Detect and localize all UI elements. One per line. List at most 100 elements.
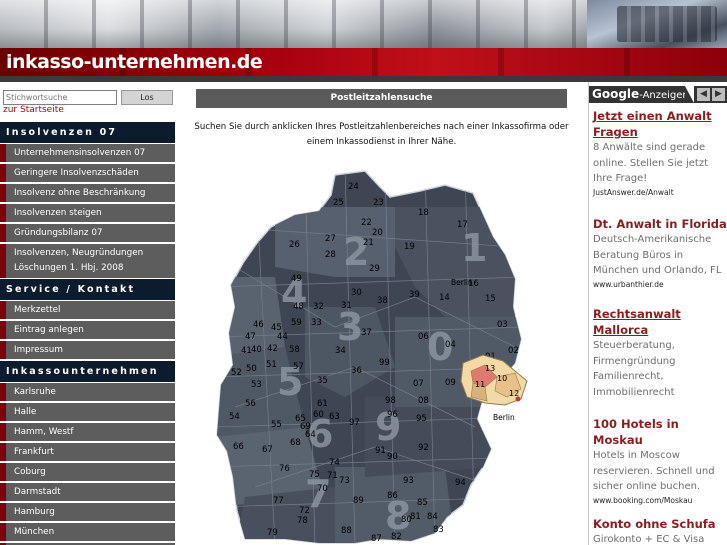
- sidebar-item-geringere-insolvenzschaeden[interactable]: Geringere Insolvenzschäden: [0, 164, 175, 183]
- postcode-region-69[interactable]: 69: [300, 422, 311, 432]
- sidebar-item-impressum[interactable]: Impressum: [0, 341, 175, 360]
- postcode-region-17[interactable]: 17: [457, 220, 468, 230]
- postcode-region-20[interactable]: 20: [372, 228, 383, 238]
- postcode-region-10[interactable]: 10: [497, 374, 507, 383]
- postcode-region-41[interactable]: 41: [241, 346, 252, 356]
- postcode-region-47[interactable]: 47: [245, 332, 256, 342]
- postcode-region-97[interactable]: 97: [349, 418, 360, 428]
- postcode-region-51[interactable]: 51: [266, 360, 277, 370]
- postcode-region-23[interactable]: 23: [373, 198, 384, 208]
- sidebar-item-hamburg[interactable]: Hamburg: [0, 503, 175, 522]
- postcode-region-22[interactable]: 22: [361, 218, 372, 228]
- sidebar-item-insolvenzen-neugruendungen[interactable]: Insolvenzen, Neugründungen Löschungen 1.…: [0, 244, 175, 279]
- postcode-region-73[interactable]: 73: [339, 476, 350, 486]
- ad-url-link[interactable]: JustAnswer.de/Anwalt: [593, 187, 727, 199]
- postcode-region-32[interactable]: 32: [313, 302, 324, 312]
- postcode-region-71[interactable]: 71: [327, 471, 338, 481]
- postcode-region-42[interactable]: 42: [267, 344, 278, 354]
- postcode-region-67[interactable]: 67: [262, 445, 273, 455]
- sidebar-item-coburg[interactable]: Coburg: [0, 463, 175, 482]
- postcode-region-02[interactable]: 02: [508, 346, 519, 356]
- home-link[interactable]: zur Startseite: [3, 105, 64, 115]
- postcode-region-76[interactable]: 76: [279, 464, 290, 474]
- postcode-region-86[interactable]: 86: [387, 491, 398, 501]
- postcode-region-99[interactable]: 99: [379, 358, 390, 368]
- postcode-region-91[interactable]: 91: [375, 446, 386, 456]
- ad-title-link[interactable]: Jetzt einen Anwalt Fragen: [593, 108, 727, 140]
- postcode-region-07[interactable]: 07: [413, 379, 424, 389]
- postcode-region-77[interactable]: 77: [273, 496, 284, 506]
- postcode-region-49[interactable]: 49: [291, 274, 302, 284]
- postcode-region-11[interactable]: 11: [475, 380, 485, 389]
- ad-title-link[interactable]: Dt. Anwalt in Florida: [593, 216, 727, 232]
- postcode-region-84[interactable]: 84: [427, 512, 438, 522]
- postcode-region-08[interactable]: 08: [418, 396, 429, 406]
- postcode-region-24[interactable]: 24: [348, 182, 359, 192]
- sidebar-item-frankfurt[interactable]: Frankfurt: [0, 443, 175, 462]
- postcode-region-21[interactable]: 21: [363, 238, 374, 248]
- postcode-region-93[interactable]: 93: [403, 476, 414, 486]
- postcode-region-38[interactable]: 38: [377, 296, 388, 306]
- postcode-region-50[interactable]: 50: [246, 364, 257, 374]
- postcode-region-52[interactable]: 52: [231, 368, 242, 378]
- postcode-region-56[interactable]: 56: [245, 399, 256, 409]
- postcode-region-12[interactable]: 12: [509, 389, 519, 398]
- postcode-region-90[interactable]: 90: [387, 452, 398, 462]
- postcode-region-29[interactable]: 29: [369, 264, 380, 274]
- site-logo[interactable]: inkasso-unternehmen.de: [6, 48, 263, 76]
- postcode-region-36[interactable]: 36: [351, 366, 362, 376]
- postcode-region-35[interactable]: 35: [317, 376, 328, 386]
- sidebar-item-hamm[interactable]: Hamm, Westf: [0, 423, 175, 442]
- sidebar-item-gruendungsbilanz[interactable]: Gründungsbilanz 07: [0, 224, 175, 243]
- postcode-region-30[interactable]: 30: [351, 288, 362, 298]
- postcode-region-40[interactable]: 40: [251, 345, 262, 355]
- postcode-region-53[interactable]: 53: [251, 380, 262, 390]
- postcode-region-89[interactable]: 89: [353, 496, 364, 506]
- ad-url-link[interactable]: www.booking.com/Moskau: [593, 495, 727, 507]
- postcode-region-03[interactable]: 03: [497, 320, 508, 330]
- postcode-region-92[interactable]: 92: [418, 443, 429, 453]
- sidebar-item-darmstadt[interactable]: Darmstadt: [0, 483, 175, 502]
- ads-prev-arrow-icon[interactable]: ◀: [697, 88, 710, 101]
- sidebar-item-eintrag-anlegen[interactable]: Eintrag anlegen: [0, 321, 175, 340]
- sidebar-item-merkzettel[interactable]: Merkzettel: [0, 301, 175, 320]
- postcode-region-95[interactable]: 95: [416, 414, 427, 424]
- postcode-region-33[interactable]: 33: [311, 318, 322, 328]
- postcode-region-81[interactable]: 81: [410, 512, 421, 522]
- postcode-region-88[interactable]: 88: [341, 526, 352, 536]
- postcode-region-25[interactable]: 25: [333, 198, 344, 208]
- postcode-region-74[interactable]: 74: [329, 458, 340, 468]
- postcode-region-75[interactable]: 75: [309, 470, 320, 480]
- postcode-region-04[interactable]: 04: [445, 340, 456, 350]
- postcode-region-37[interactable]: 37: [361, 328, 372, 338]
- postcode-region-58[interactable]: 58: [289, 345, 300, 355]
- postcode-region-83[interactable]: 83: [433, 525, 444, 535]
- postcode-region-34[interactable]: 34: [335, 346, 346, 356]
- postcode-region-57[interactable]: 57: [293, 362, 304, 372]
- postcode-region-19[interactable]: 19: [404, 242, 415, 252]
- sidebar-item-muenchen[interactable]: München: [0, 523, 175, 542]
- postcode-region-45[interactable]: 45: [271, 323, 282, 333]
- ad-title-link[interactable]: Konto ohne Schufa: [593, 516, 727, 532]
- postcode-region-87[interactable]: 87: [371, 534, 382, 544]
- postcode-region-13[interactable]: 13: [485, 364, 495, 373]
- search-input[interactable]: [3, 90, 117, 105]
- postcode-region-44[interactable]: 44: [277, 332, 288, 342]
- postcode-region-06[interactable]: 06: [418, 332, 429, 342]
- postcode-region-09[interactable]: 09: [445, 378, 456, 388]
- postcode-region-39[interactable]: 39: [409, 290, 420, 300]
- sidebar-item-insolvenz-ohne-beschraenkung[interactable]: Insolvenz ohne Beschränkung: [0, 184, 175, 203]
- postcode-region-60[interactable]: 60: [313, 410, 324, 420]
- postcode-region-27[interactable]: 27: [325, 234, 336, 244]
- ads-next-arrow-icon[interactable]: ▶: [712, 88, 725, 101]
- ad-url-link[interactable]: www.urbanthier.de: [593, 279, 727, 291]
- postcode-region-61[interactable]: 61: [317, 399, 328, 409]
- postcode-region-70[interactable]: 70: [317, 484, 328, 494]
- postcode-region-15[interactable]: 15: [485, 294, 496, 304]
- postcode-region-48[interactable]: 48: [293, 302, 304, 312]
- postcode-region-78[interactable]: 78: [297, 516, 308, 526]
- sidebar-item-halle[interactable]: Halle: [0, 403, 175, 422]
- postcode-region-79[interactable]: 79: [267, 528, 278, 538]
- sidebar-item-insolvenzen-steigen[interactable]: Insolvenzen steigen: [0, 204, 175, 223]
- postcode-region-54[interactable]: 54: [229, 412, 240, 422]
